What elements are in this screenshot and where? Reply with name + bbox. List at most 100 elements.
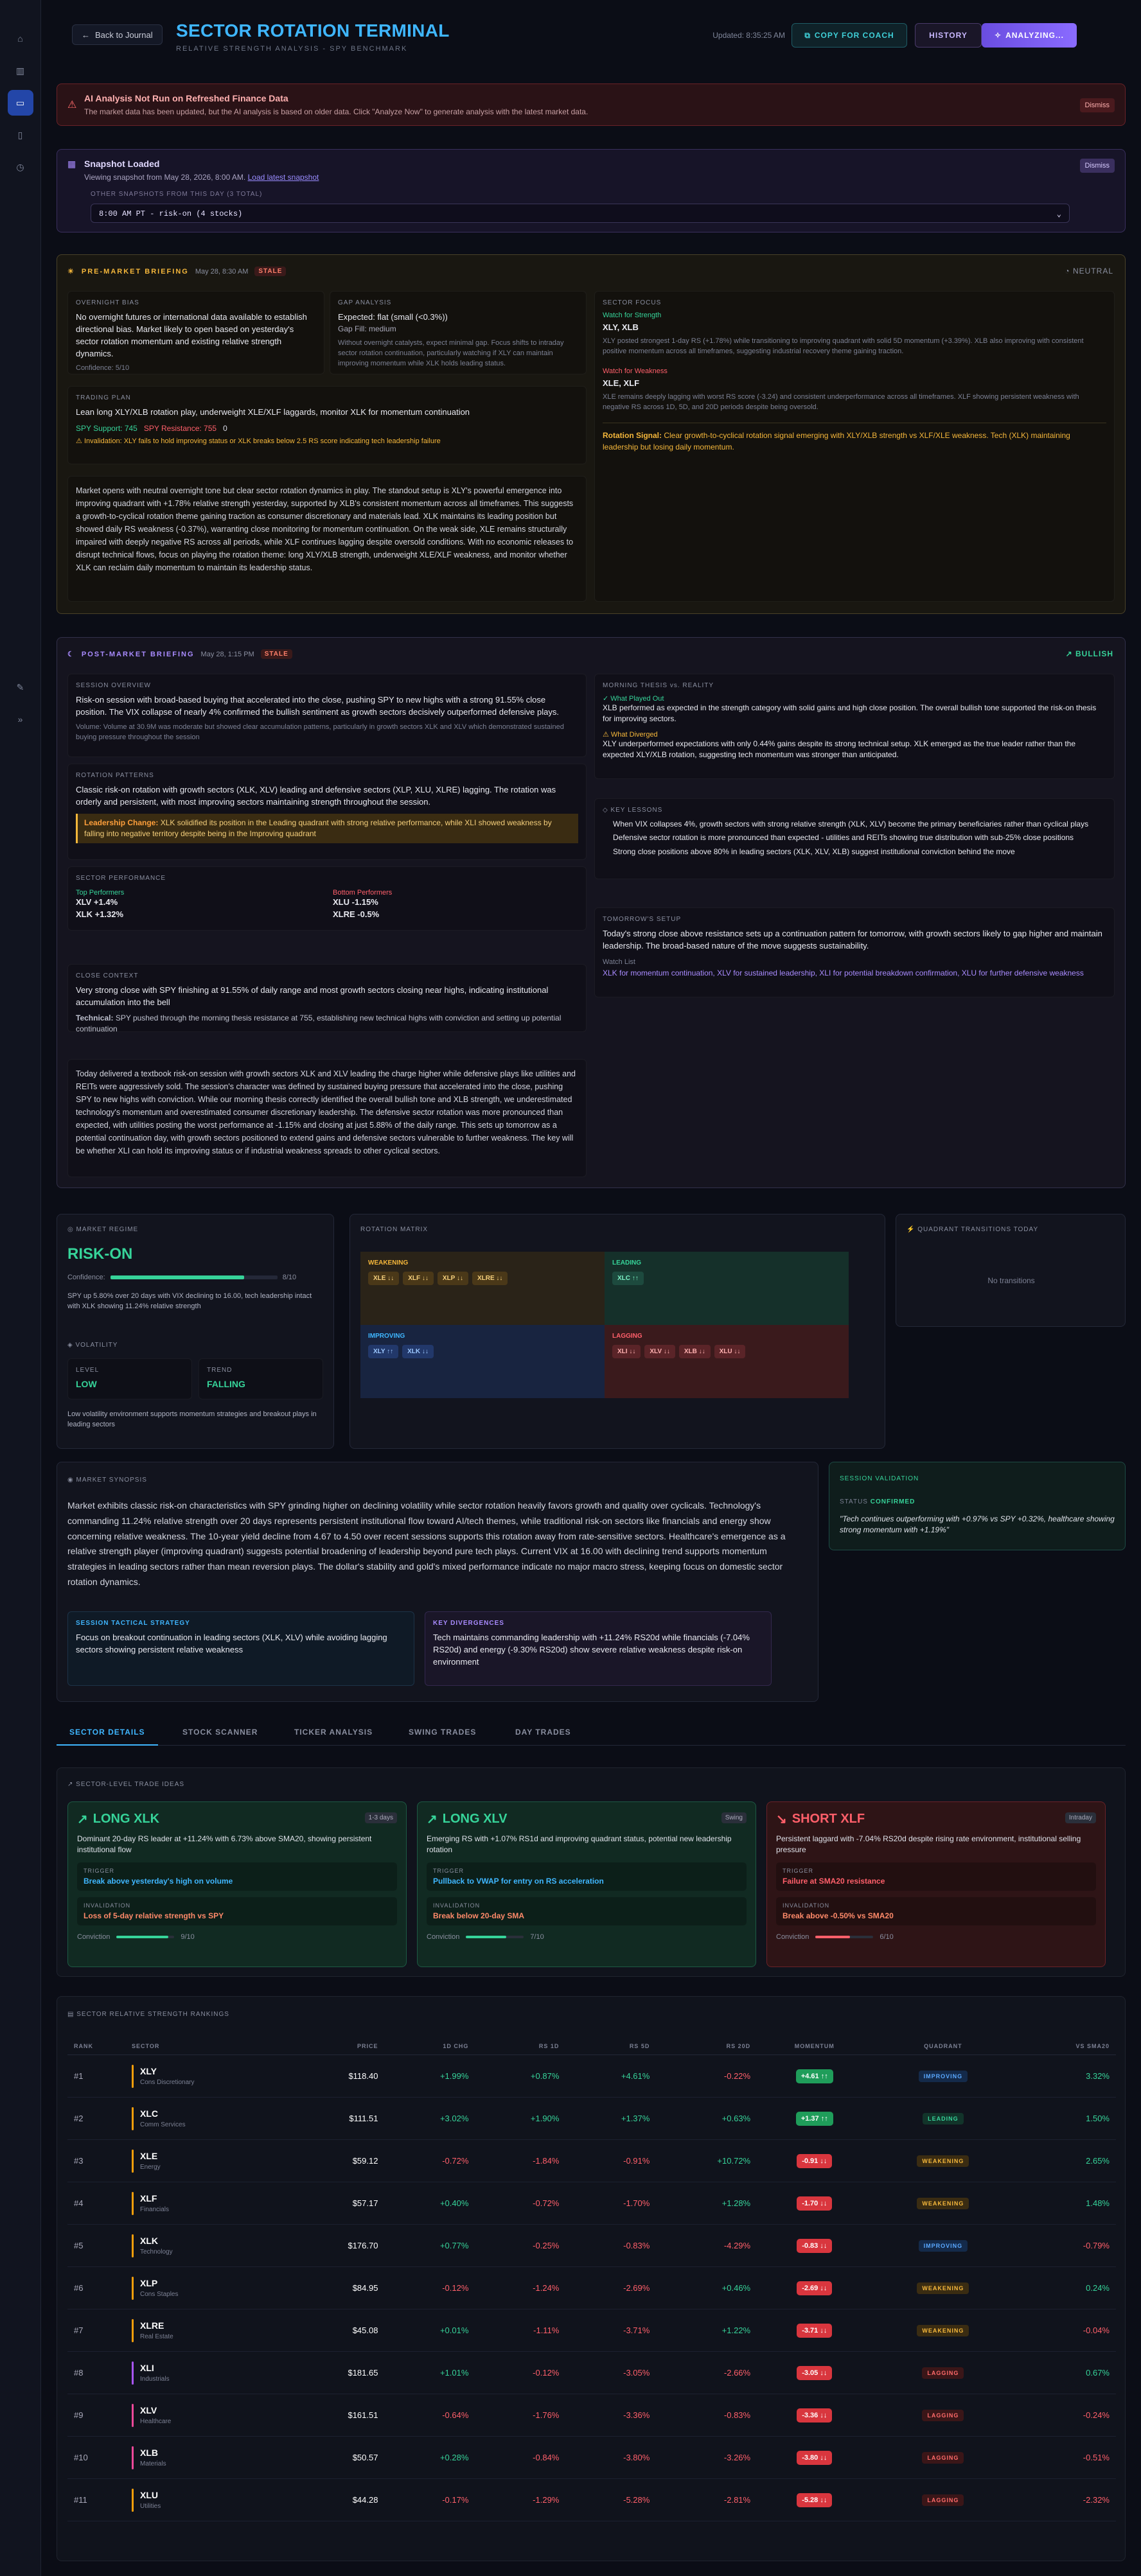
home-icon[interactable]: ⌂ bbox=[8, 26, 33, 51]
table-row[interactable]: #8 XLI Industrials $181.65 +1.01% -0.12% -3.05… bbox=[67, 2351, 1116, 2394]
back-button[interactable]: ← Back to Journal bbox=[72, 24, 163, 45]
sector-rankings: ▤ SECTOR RELATIVE STRENGTH RANKINGS RANK… bbox=[57, 1996, 1126, 2561]
top-bar: ← Back to Journal SECTOR ROTATION TERMINA… bbox=[57, 0, 1126, 71]
value-cell: -2.81% bbox=[656, 2478, 757, 2521]
value-cell: +0.77% bbox=[384, 2224, 475, 2267]
value-cell: +4.61% bbox=[565, 2055, 657, 2098]
sector-name: Cons Staples bbox=[140, 2291, 179, 2298]
chart-icon[interactable]: ▥ bbox=[8, 58, 33, 83]
value-cell: +1.90% bbox=[475, 2097, 566, 2140]
column-header[interactable]: VS SMA20 bbox=[1014, 2038, 1116, 2055]
trade-idea-card[interactable]: ↗ LONG XLV Swing Emerging RS with +1.07% … bbox=[417, 1801, 756, 1967]
rank-cell: #11 bbox=[67, 2478, 125, 2521]
sector-cell: XLP Cons Staples bbox=[125, 2266, 290, 2309]
momentum-cell: -3.36 ↓↓ bbox=[757, 2394, 872, 2437]
expand-icon[interactable]: » bbox=[8, 706, 33, 732]
value-cell: +0.40% bbox=[384, 2182, 475, 2225]
dismiss-alert-button[interactable]: Dismiss bbox=[1079, 98, 1115, 112]
sector-cell: XLV Healthcare bbox=[125, 2394, 290, 2437]
table-row[interactable]: #2 XLC Comm Services $111.51 +3.02% +1.90% +1.… bbox=[67, 2097, 1116, 2140]
sector-color-bar bbox=[132, 2488, 134, 2512]
column-header[interactable]: 1D CHG bbox=[384, 2038, 475, 2055]
momentum-badge: -1.70 ↓↓ bbox=[797, 2196, 833, 2211]
quadrant-cell: IMPROVING bbox=[872, 2055, 1014, 2098]
table-row[interactable]: #6 XLP Cons Staples $84.95 -0.12% -1.24% -2.69… bbox=[67, 2266, 1116, 2309]
tab-stock-scanner[interactable]: STOCK SCANNER bbox=[182, 1728, 258, 1737]
quadrant-cell: WEAKENING bbox=[872, 2139, 1014, 2182]
table-row[interactable]: #1 XLY Cons Discretionary $118.40 +1.99% +0.8… bbox=[67, 2055, 1116, 2098]
column-header[interactable]: PRICE bbox=[290, 2038, 385, 2055]
tab-day-trades[interactable]: DAY TRADES bbox=[515, 1728, 571, 1737]
momentum-badge: -2.69 ↓↓ bbox=[797, 2281, 833, 2295]
load-latest-link[interactable]: Load latest snapshot bbox=[248, 173, 319, 182]
table-row[interactable]: #10 XLB Materials $50.57 +0.28% -0.84% -3.80% -… bbox=[67, 2436, 1116, 2479]
copy-for-coach-button[interactable]: ⧉ COPY FOR COACH bbox=[792, 23, 907, 48]
snapshot-select[interactable]: 8:00 AM PT - risk-on (4 stocks) ⌄ bbox=[91, 204, 1070, 223]
sector-name: Energy bbox=[140, 2164, 161, 2171]
tab-sector-details[interactable]: SECTOR DETAILS bbox=[57, 1728, 158, 1746]
pencil-icon[interactable]: ✎ bbox=[8, 674, 33, 700]
column-header[interactable]: RANK bbox=[67, 2038, 125, 2055]
price-cell: $57.17 bbox=[290, 2182, 385, 2225]
post-market-briefing: ☾ POST-MARKET BRIEFING May 28, 1:15 PM STAL… bbox=[57, 637, 1126, 1188]
momentum-badge: +4.61 ↑↑ bbox=[795, 2069, 833, 2083]
sector-focus: SECTOR FOCUS Watch for Strength XLY, XLB… bbox=[594, 291, 1115, 602]
momentum-badge: -0.83 ↓↓ bbox=[797, 2238, 833, 2253]
arrow-left-icon: ← bbox=[82, 30, 90, 40]
stale-badge: STALE bbox=[260, 649, 292, 659]
price-cell: $118.40 bbox=[290, 2055, 385, 2098]
value-cell: +1.01% bbox=[384, 2351, 475, 2394]
sector-name: Financials bbox=[140, 2206, 170, 2213]
rotation-patterns: ROTATION PATTERNS Classic risk-on rotati… bbox=[67, 764, 587, 860]
value-cell: -0.84% bbox=[475, 2436, 566, 2479]
sector-name: Utilities bbox=[140, 2503, 161, 2510]
history-button[interactable]: HISTORY bbox=[915, 23, 982, 48]
vs-sma-cell: -0.04% bbox=[1014, 2309, 1116, 2352]
thesis-vs-reality: MORNING THESIS vs. REALITY ✓ What Played… bbox=[594, 674, 1115, 779]
analyze-button[interactable]: ✧ ANALYZING... bbox=[982, 23, 1077, 48]
sector-cell: XLI Industrials bbox=[125, 2351, 290, 2394]
value-cell: -3.26% bbox=[656, 2436, 757, 2479]
column-header[interactable]: QUADRANT bbox=[872, 2038, 1014, 2055]
table-row[interactable]: #3 XLE Energy $59.12 -0.72% -1.84% -0.91% +10.7… bbox=[67, 2139, 1116, 2182]
column-header[interactable]: RS 5D bbox=[565, 2038, 657, 2055]
volatility-trend: TREND FALLING bbox=[199, 1358, 323, 1399]
value-cell: -2.66% bbox=[656, 2351, 757, 2394]
value-cell: +1.28% bbox=[656, 2182, 757, 2225]
trade-idea-card[interactable]: ↘ SHORT XLF Intraday Persistent laggard w… bbox=[766, 1801, 1106, 1967]
clock-icon[interactable]: ◷ bbox=[8, 154, 33, 180]
tab-swing-trades[interactable]: SWING TRADES bbox=[409, 1728, 476, 1737]
column-header[interactable]: SECTOR bbox=[125, 2038, 290, 2055]
column-header[interactable]: RS 1D bbox=[475, 2038, 566, 2055]
dismiss-snapshot-button[interactable]: Dismiss bbox=[1079, 159, 1115, 173]
vs-sma-cell: 0.67% bbox=[1014, 2351, 1116, 2394]
table-row[interactable]: #5 XLK Technology $176.70 +0.77% -0.25% -0.83%… bbox=[67, 2224, 1116, 2267]
book-icon[interactable]: ▯ bbox=[8, 122, 33, 148]
table-row[interactable]: #4 XLF Financials $57.17 +0.40% -0.72% -1.70% +… bbox=[67, 2182, 1116, 2225]
monitor-icon[interactable]: ▭ bbox=[7, 90, 33, 116]
trend-up-icon: ↗ bbox=[1065, 649, 1073, 658]
rank-cell: #6 bbox=[67, 2266, 125, 2309]
table-row[interactable]: #11 XLU Utilities $44.28 -0.17% -1.29% -5.28% -… bbox=[67, 2478, 1116, 2521]
table-row[interactable]: #7 XLRE Real Estate $45.08 +0.01% -1.11% -3.71… bbox=[67, 2309, 1116, 2352]
tomorrow-setup: TOMORROW'S SETUP Today's strong close ab… bbox=[594, 907, 1115, 997]
rank-cell: #1 bbox=[67, 2055, 125, 2098]
tab-ticker-analysis[interactable]: TICKER ANALYSIS bbox=[294, 1728, 373, 1737]
sector-name: Technology bbox=[140, 2248, 173, 2256]
momentum-badge: -5.28 ↓↓ bbox=[797, 2493, 833, 2507]
sector-color-bar bbox=[132, 2191, 134, 2215]
vs-sma-cell: 1.48% bbox=[1014, 2182, 1116, 2225]
gap-analysis: GAP ANALYSIS Expected: flat (small (<0.3… bbox=[330, 291, 587, 374]
column-header[interactable]: RS 20D bbox=[656, 2038, 757, 2055]
rank-cell: #5 bbox=[67, 2224, 125, 2267]
column-header[interactable]: MOMENTUM bbox=[757, 2038, 872, 2055]
rank-cell: #7 bbox=[67, 2309, 125, 2352]
trade-idea-card[interactable]: ↗ LONG XLK 1-3 days Dominant 20-day RS le… bbox=[67, 1801, 407, 1967]
session-overview: SESSION OVERVIEW Risk-on session with br… bbox=[67, 674, 587, 757]
sector-symbol: XLC bbox=[140, 2108, 158, 2119]
table-row[interactable]: #9 XLV Healthcare $161.51 -0.64% -1.76% -3.36%… bbox=[67, 2394, 1116, 2437]
quadrant-badge: LAGGING bbox=[922, 2409, 964, 2421]
sector-symbol: XLF bbox=[140, 2193, 157, 2204]
bias-badge: ↗ BULLISH bbox=[1065, 649, 1113, 658]
vs-sma-cell: -0.24% bbox=[1014, 2394, 1116, 2437]
